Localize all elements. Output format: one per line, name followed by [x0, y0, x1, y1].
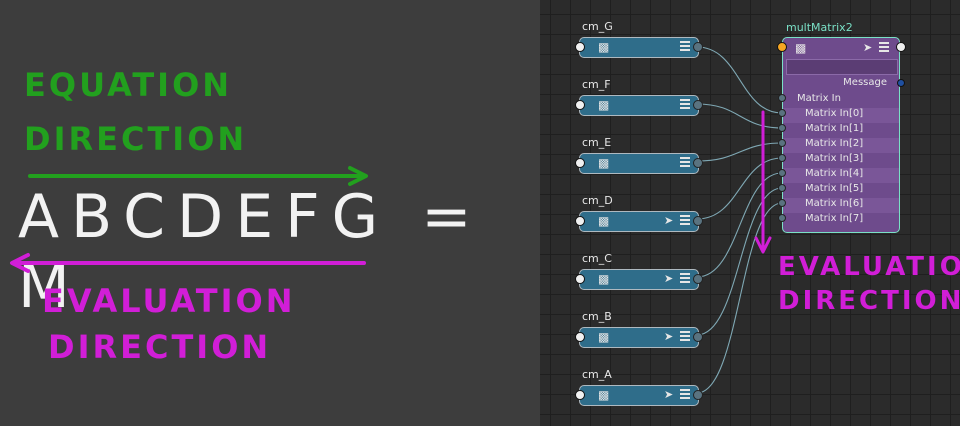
matrix-in-5-port[interactable] [778, 184, 786, 192]
evaluation-direction-right-label-2: DIRECTION [778, 286, 960, 316]
cube-icon: ▩ [598, 272, 610, 286]
stack-icon[interactable] [680, 215, 690, 227]
output-port[interactable] [693, 390, 703, 400]
message-port[interactable] [897, 79, 905, 87]
evaluation-direction-right-label-1: EVALUATION [778, 252, 960, 282]
output-port[interactable] [693, 274, 703, 284]
multmatrix-node[interactable]: ▩ ➤ Message Matrix In Matrix In[0] Matri… [782, 37, 900, 233]
stack-icon[interactable] [680, 157, 690, 169]
equation-direction-arrow [28, 166, 368, 186]
stack-icon[interactable] [680, 331, 690, 343]
multmatrix-output-port[interactable] [896, 42, 906, 52]
input-port[interactable] [575, 332, 585, 342]
node-body[interactable]: ▩ ➤ [579, 269, 699, 290]
stack-icon[interactable] [680, 273, 690, 285]
output-port[interactable] [693, 158, 703, 168]
matrix-in-4-port[interactable] [778, 169, 786, 177]
output-port[interactable] [693, 332, 703, 342]
node-body[interactable]: ▩ ➤ [579, 211, 699, 232]
matrix-in-7-port[interactable] [778, 214, 786, 222]
node-label: cm_A [582, 368, 612, 381]
stack-icon[interactable] [879, 42, 889, 54]
cube-icon: ▩ [598, 156, 610, 170]
input-port[interactable] [575, 216, 585, 226]
matrix-in-0-port[interactable] [778, 109, 786, 117]
matrix-in-0: Matrix In[0] [783, 108, 899, 123]
cube-icon: ▩ [598, 40, 610, 54]
matrix-in-1-port[interactable] [778, 124, 786, 132]
node-body[interactable]: ▩ ➤ [579, 385, 699, 406]
node-body[interactable]: ▩ [579, 37, 699, 58]
output-port[interactable] [693, 42, 703, 52]
node-label: cm_B [582, 310, 612, 323]
direction-arrows [10, 166, 368, 273]
cube-icon: ▩ [598, 98, 610, 112]
cube-icon: ▩ [598, 388, 610, 402]
node-label: cm_C [582, 252, 612, 265]
node-name-field[interactable] [786, 59, 898, 75]
matrix-in-2-port[interactable] [778, 139, 786, 147]
input-port[interactable] [575, 42, 585, 52]
node-label: cm_E [582, 136, 612, 149]
pin-icon[interactable]: ➤ [664, 388, 673, 401]
node-body[interactable]: ▩ ➤ [579, 327, 699, 348]
stack-icon[interactable] [680, 99, 690, 111]
matrix-in-port[interactable] [778, 94, 786, 102]
cube-icon: ▩ [598, 330, 610, 344]
output-port[interactable] [693, 100, 703, 110]
node-body[interactable]: ▩ [579, 153, 699, 174]
matrix-in-2: Matrix In[2] [783, 138, 899, 153]
input-port[interactable] [575, 390, 585, 400]
matrix-in-3: Matrix In[3] [805, 153, 864, 164]
matrix-in-1: Matrix In[1] [805, 123, 864, 134]
pin-icon[interactable]: ➤ [664, 330, 673, 343]
matrix-in-6: Matrix In[6] [783, 198, 899, 213]
input-port[interactable] [575, 274, 585, 284]
cube-icon: ▩ [795, 41, 807, 55]
cube-icon: ▩ [598, 214, 610, 228]
matrix-in-6-port[interactable] [778, 199, 786, 207]
message-attribute: Message [843, 77, 887, 88]
node-label: cm_F [582, 78, 611, 91]
matrix-in-5: Matrix In[5] [805, 183, 864, 194]
pin-icon[interactable]: ➤ [664, 214, 673, 227]
matrix-in-4: Matrix In[4] [783, 168, 899, 183]
pin-icon[interactable]: ➤ [863, 41, 872, 54]
output-port[interactable] [693, 216, 703, 226]
input-port[interactable] [575, 158, 585, 168]
annotation-panel: EQUATION DIRECTION ABCDEFG = M EVALUATIO… [0, 0, 540, 426]
stack-icon[interactable] [680, 41, 690, 53]
stack-icon[interactable] [680, 389, 690, 401]
node-body[interactable]: ▩ [579, 95, 699, 116]
node-label: cm_D [582, 194, 613, 207]
evaluation-direction-arrow [10, 253, 366, 273]
multmatrix-title: multMatrix2 [786, 21, 853, 34]
matrix-in-7: Matrix In[7] [805, 213, 864, 224]
matrix-in-3-port[interactable] [778, 154, 786, 162]
pin-icon[interactable]: ➤ [664, 272, 673, 285]
input-port[interactable] [575, 100, 585, 110]
multmatrix-input-port[interactable] [777, 42, 787, 52]
matrix-in-attribute: Matrix In [797, 93, 841, 104]
node-label: cm_G [582, 20, 613, 33]
